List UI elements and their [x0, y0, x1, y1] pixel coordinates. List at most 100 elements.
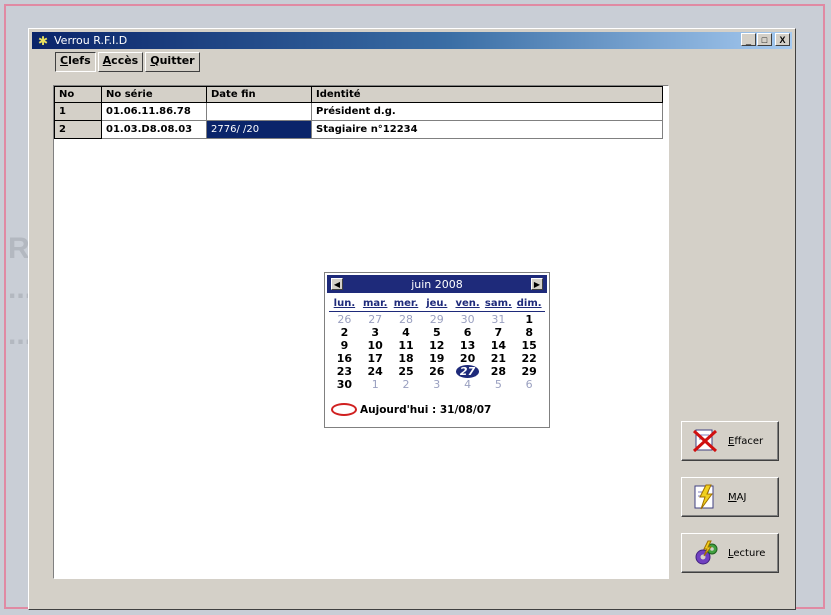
calendar-day[interactable]: 31: [483, 313, 514, 326]
calendar-day[interactable]: 5: [421, 326, 452, 339]
menu-quitter[interactable]: Quitter: [145, 52, 200, 72]
table-row[interactable]: 2 01.03.D8.08.03 2776/ /20 Stagiaire n°1…: [54, 120, 663, 139]
lecture-button[interactable]: Lecture: [681, 533, 779, 573]
calendar-day[interactable]: 6: [514, 378, 545, 391]
calendar-day[interactable]: 25: [391, 365, 422, 378]
calendar-day-number: 27: [368, 313, 383, 326]
calendar-day-number: 25: [398, 365, 414, 378]
calendar-day-number: 9: [340, 339, 349, 352]
calendar-day[interactable]: 2: [391, 378, 422, 391]
today-button[interactable]: Aujourd'hui : 31/08/07: [331, 403, 491, 416]
calendar-day-number: 8: [525, 326, 533, 339]
calendar-day[interactable]: 3: [421, 378, 452, 391]
calendar-day[interactable]: 29: [421, 313, 452, 326]
calendar-day-number: 1: [525, 313, 533, 326]
calendar-day[interactable]: 14: [483, 339, 514, 352]
effacer-button[interactable]: Effacer: [681, 421, 779, 461]
calendar-day-number: 29: [429, 313, 444, 326]
calendar-day[interactable]: 7: [483, 326, 514, 339]
calendar-day-number: 5: [432, 326, 441, 339]
calendar-day-number: 5: [494, 378, 502, 391]
cell-identite[interactable]: Président d.g.: [311, 102, 663, 121]
calendar-day-number: 6: [463, 326, 472, 339]
calendar-day-number: 3: [433, 378, 441, 391]
maj-button[interactable]: MAJ: [681, 477, 779, 517]
next-month-button[interactable]: ▶: [531, 278, 543, 290]
calendar-day[interactable]: 30: [329, 378, 360, 391]
calendar-day[interactable]: 29: [514, 365, 545, 378]
calendar-day-number: 17: [367, 352, 383, 365]
app-icon: ✱: [38, 34, 49, 48]
calendar-day[interactable]: 27: [360, 313, 391, 326]
calendar-day[interactable]: 10: [360, 339, 391, 352]
calendar-day-number: 20: [459, 352, 476, 365]
calendar-day[interactable]: 6: [452, 326, 483, 339]
calendar-day[interactable]: 19: [421, 352, 452, 365]
calendar-day[interactable]: 26: [329, 313, 360, 326]
table-row[interactable]: 1 01.06.11.86.78 Président d.g.: [54, 102, 663, 121]
calendar-day[interactable]: 3: [360, 326, 391, 339]
calendar-day-number: 13: [459, 339, 476, 352]
calendar-day-number: 6: [525, 378, 533, 391]
close-button[interactable]: X: [775, 33, 790, 46]
calendar-day[interactable]: 13: [452, 339, 483, 352]
calendar-day-number: 28: [398, 313, 413, 326]
calendar-day[interactable]: 2: [329, 326, 360, 339]
keys-table: No No série Date fin Identité 1 01.06.11…: [54, 86, 663, 139]
calendar-day[interactable]: 26: [421, 365, 452, 378]
date-picker[interactable]: ◀ juin 2008 ▶ lun. mar. mer. jeu. ven. sam. di…: [324, 272, 550, 428]
menu-clefs[interactable]: Clefs: [55, 52, 96, 72]
calendar-day[interactable]: 30: [452, 313, 483, 326]
calendar-day-number: 29: [521, 365, 537, 378]
cell-serie[interactable]: 01.06.11.86.78: [101, 102, 207, 121]
calendar-day[interactable]: 21: [483, 352, 514, 365]
minimize-button[interactable]: _: [741, 33, 756, 46]
column-header-no[interactable]: No: [54, 86, 102, 103]
calendar-day[interactable]: 12: [421, 339, 452, 352]
column-header-serie[interactable]: No série: [101, 86, 207, 103]
calendar-day-number: 26: [429, 365, 445, 378]
weekday-label: mar.: [362, 298, 388, 309]
calendar-day-number: 28: [490, 365, 507, 378]
calendar-day[interactable]: 28: [483, 365, 514, 378]
calendar-day-number: 27: [455, 365, 480, 378]
calendar-day-number: 26: [337, 313, 352, 326]
weekday-label: ven.: [455, 298, 480, 309]
keys-grid[interactable]: No No série Date fin Identité 1 01.06.11…: [53, 85, 669, 579]
calendar-day[interactable]: 4: [452, 378, 483, 391]
calendar-day[interactable]: 18: [391, 352, 422, 365]
cell-identite[interactable]: Stagiaire n°12234: [311, 120, 663, 139]
calendar-day[interactable]: 4: [391, 326, 422, 339]
calendar-day[interactable]: 23: [329, 365, 360, 378]
calendar-day[interactable]: 16: [329, 352, 360, 365]
maximize-button[interactable]: □: [757, 33, 772, 46]
calendar-day[interactable]: 27: [452, 365, 483, 378]
column-header-identite[interactable]: Identité: [311, 86, 663, 103]
calendar-day-number: 23: [336, 365, 353, 378]
calendar-day[interactable]: 5: [483, 378, 514, 391]
calendar-day[interactable]: 11: [391, 339, 422, 352]
calendar-day[interactable]: 1: [514, 313, 545, 326]
column-header-date-fin[interactable]: Date fin: [206, 86, 312, 103]
title-bar[interactable]: ✱ Verrou R.F.I.D _ □ X: [32, 32, 792, 49]
cell-date-fin[interactable]: [206, 102, 312, 121]
row-number[interactable]: 2: [54, 120, 102, 139]
row-number[interactable]: 1: [54, 102, 102, 121]
menu-acces[interactable]: Accès: [97, 52, 144, 72]
calendar-day[interactable]: 24: [360, 365, 391, 378]
cell-date-fin-editing[interactable]: 2776/ /20: [206, 120, 312, 139]
calendar-day[interactable]: 1: [360, 378, 391, 391]
calendar-day[interactable]: 15: [514, 339, 545, 352]
calendar-day[interactable]: 22: [514, 352, 545, 365]
calendar-day[interactable]: 28: [391, 313, 422, 326]
update-icon: [694, 484, 714, 510]
calendar-day[interactable]: 8: [514, 326, 545, 339]
calendar-day[interactable]: 9: [329, 339, 360, 352]
calendar-day-number: 24: [367, 365, 383, 378]
calendar-day-number: 31: [491, 313, 506, 326]
calendar-day-number: 30: [336, 378, 353, 391]
calendar-day[interactable]: 20: [452, 352, 483, 365]
weekday-label: dim.: [516, 298, 542, 309]
calendar-day[interactable]: 17: [360, 352, 391, 365]
cell-serie[interactable]: 01.03.D8.08.03: [101, 120, 207, 139]
